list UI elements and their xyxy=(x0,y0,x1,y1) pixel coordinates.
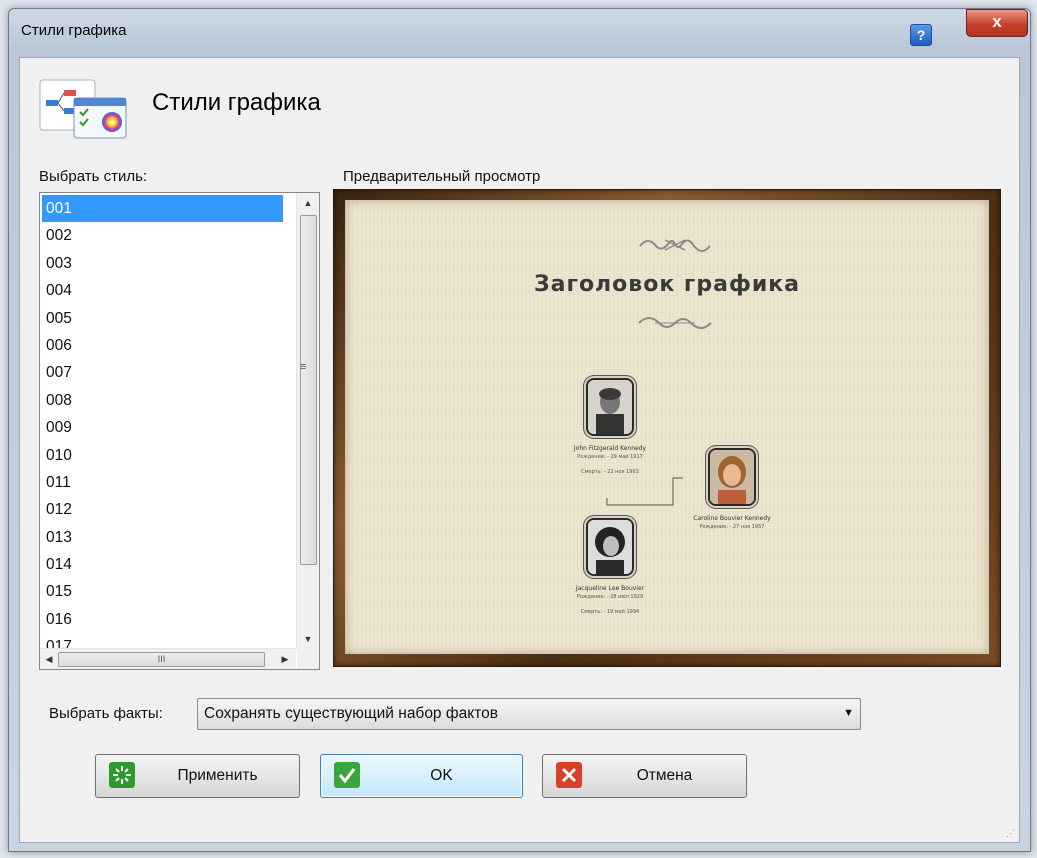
style-listbox[interactable]: 001 002 003 004 005 006 007 008 009 010 011 012 013 0… xyxy=(39,192,320,670)
style-list-item[interactable]: 003 xyxy=(42,250,283,277)
style-list-item[interactable]: 010 xyxy=(42,442,283,469)
vertical-scroll-thumb[interactable] xyxy=(300,215,317,565)
person-name: Caroline Bouvier Kennedy xyxy=(693,515,771,522)
cancel-button-label: Отмена xyxy=(636,767,693,784)
scroll-right-arrow-icon[interactable]: ▶ xyxy=(276,649,294,669)
style-list-item[interactable]: 013 xyxy=(42,524,283,551)
title-bar[interactable]: Стили графика ? x xyxy=(9,9,1030,55)
vertical-scrollbar[interactable]: ▲ ≡ ▼ xyxy=(296,193,319,649)
person-name: Jacqueline Lee Bouvier xyxy=(575,585,645,592)
chart-styles-icon xyxy=(39,79,127,139)
resize-grip-icon[interactable]: ⋰ xyxy=(1006,828,1015,839)
style-list-item[interactable]: 005 xyxy=(42,305,283,332)
style-list-item[interactable]: 006 xyxy=(42,332,283,359)
preview-label: Предварительный просмотр xyxy=(343,168,541,185)
tree-connectors xyxy=(606,477,683,506)
horizontal-scrollbar[interactable]: ◀ III ▶ xyxy=(40,648,296,669)
style-list-item[interactable]: 002 xyxy=(42,222,283,249)
style-list-item[interactable]: 009 xyxy=(42,414,283,441)
ok-button[interactable]: OK xyxy=(320,754,523,798)
style-list-item[interactable]: 011 xyxy=(42,469,283,496)
dialog-heading: Стили графика xyxy=(152,89,321,116)
scroll-left-arrow-icon[interactable]: ◀ xyxy=(40,649,58,669)
scroll-down-arrow-icon[interactable]: ▼ xyxy=(297,629,319,649)
scrollbar-corner xyxy=(297,649,319,669)
style-list-items: 001 002 003 004 005 006 007 008 009 010 011 012 013 0… xyxy=(42,195,283,661)
person-card-caroline[interactable]: Caroline Bouvier Kennedy Рождение: - 27 … xyxy=(687,448,777,532)
preview-frame: Заголовок графика John Fitzgerald Kenned… xyxy=(333,189,1001,667)
portrait-john xyxy=(586,378,634,436)
style-list-item[interactable]: 004 xyxy=(42,277,283,304)
help-button[interactable]: ? xyxy=(910,24,932,46)
person-card-jacqueline[interactable]: Jacqueline Lee Bouvier Рождение: - 28 ию… xyxy=(567,518,653,617)
style-list-item[interactable]: 007 xyxy=(42,359,283,386)
style-list-item[interactable]: 008 xyxy=(42,387,283,414)
person-birth: Рождение: - 27 ноя 1957 xyxy=(699,524,765,530)
cancel-x-icon xyxy=(556,762,582,788)
scroll-up-arrow-icon[interactable]: ▲ xyxy=(297,193,319,213)
portrait-caroline xyxy=(708,448,756,506)
dropdown-arrow-icon: ▼ xyxy=(843,707,854,719)
style-list-item[interactable]: 014 xyxy=(42,551,283,578)
style-list-label: Выбрать стиль: xyxy=(39,168,148,185)
person-birth: Рождение: - 28 июл 1929 xyxy=(576,594,644,600)
apply-button[interactable]: Применить xyxy=(95,754,300,798)
apply-button-label: Применить xyxy=(177,767,258,784)
dialog-window: Стили графика ? x Стили графика Выбрать … xyxy=(8,8,1031,852)
ok-button-label: OK xyxy=(430,767,453,784)
preview-canvas: Заголовок графика John Fitzgerald Kenned… xyxy=(345,200,989,654)
close-button[interactable]: x xyxy=(966,9,1028,37)
cancel-button[interactable]: Отмена xyxy=(542,754,747,798)
scroll-grip-icon: ≡ xyxy=(300,361,307,373)
style-list-item[interactable]: 015 xyxy=(42,578,283,605)
person-death: Смерть: - 19 май 1994 xyxy=(580,609,640,615)
window-title: Стили графика xyxy=(21,22,127,39)
person-card-john[interactable]: John Fitzgerald Kennedy Рождение: - 29 м… xyxy=(567,378,653,477)
horizontal-scroll-thumb[interactable]: III xyxy=(58,652,265,667)
style-list-item[interactable]: 016 xyxy=(42,606,283,633)
facts-dropdown[interactable]: Сохранять существующий набор фактов ▼ xyxy=(197,698,861,730)
person-death: Смерть: - 22 ноя 1963 xyxy=(581,469,639,475)
person-name: John Fitzgerald Kennedy xyxy=(573,445,647,452)
facts-dropdown-value: Сохранять существующий набор фактов xyxy=(204,705,498,722)
apply-sparkle-icon xyxy=(109,762,135,788)
ok-check-icon xyxy=(334,762,360,788)
facts-label: Выбрать факты: xyxy=(49,705,163,722)
style-list-item[interactable]: 012 xyxy=(42,496,283,523)
portrait-jacqueline xyxy=(586,518,634,576)
person-birth: Рождение: - 29 май 1917 xyxy=(577,454,643,460)
style-list-item[interactable]: 001 xyxy=(42,195,283,223)
dialog-client-area: Стили графика Выбрать стиль: Предварител… xyxy=(19,57,1020,843)
